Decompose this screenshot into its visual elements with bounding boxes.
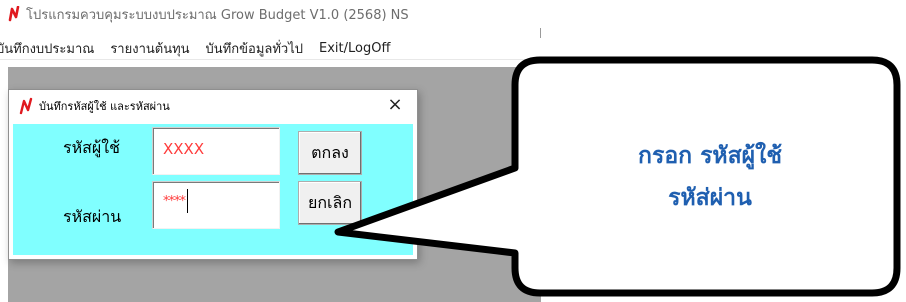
callout-line-1: กรอก รหัสผู้ใช้ (638, 143, 782, 169)
dialog-title: บันทึกรหัสผู้ใช้ และรหัสผ่าน (39, 100, 170, 113)
menu-item-general-data[interactable]: บันทึกข้อมูลทั่วไป (198, 38, 311, 59)
login-dialog: บันทึกรหัสผู้ใช้ และรหัสผ่าน × รหัสผู้ใช… (8, 89, 418, 260)
username-label: รหัสผู้ใช้ (63, 138, 120, 157)
menu-item-exit-logoff[interactable]: Exit/LogOff (311, 41, 398, 56)
dialog-body: รหัสผู้ใช้ XXXX รหัสผ่าน **** ตกลง ยกเลิ… (13, 124, 413, 255)
ok-button[interactable]: ตกลง (298, 131, 362, 175)
username-input[interactable]: XXXX (152, 127, 280, 175)
cancel-button[interactable]: ยกเลิก (298, 181, 362, 225)
app-window: โปรแกรมควบคุมระบบงบประมาณ Grow Budget V1… (0, 0, 541, 302)
dialog-titlebar[interactable]: บันทึกรหัสผู้ใช้ และรหัสผ่าน × (9, 90, 417, 122)
menu-item-cost-report[interactable]: รายงานต้นทุน (102, 38, 197, 59)
close-icon[interactable]: × (385, 95, 405, 115)
password-value: **** (163, 194, 186, 209)
app-title: โปรแกรมควบคุมระบบงบประมาณ Grow Budget V1… (26, 7, 409, 23)
menu-item-budget[interactable]: บันทึกงบประมาณ (0, 38, 102, 59)
app-titlebar: โปรแกรมควบคุมระบบงบประมาณ Grow Budget V1… (0, 0, 541, 28)
app-logo-icon (8, 6, 20, 22)
callout-line-2: รหัส่ผ่าน (668, 185, 752, 211)
menu-bar: บันทึกงบประมาณ รายงานต้นทุน บันทึกข้อมูล… (0, 38, 541, 60)
password-label: รหัสผ่าน (63, 207, 122, 226)
dialog-logo-icon (19, 97, 33, 115)
password-input[interactable]: **** (152, 181, 280, 229)
text-caret (187, 189, 188, 213)
username-value: XXXX (163, 140, 205, 158)
callout-text: กรอก รหัสผู้ใช้ รหัส่ผ่าน (560, 135, 860, 219)
